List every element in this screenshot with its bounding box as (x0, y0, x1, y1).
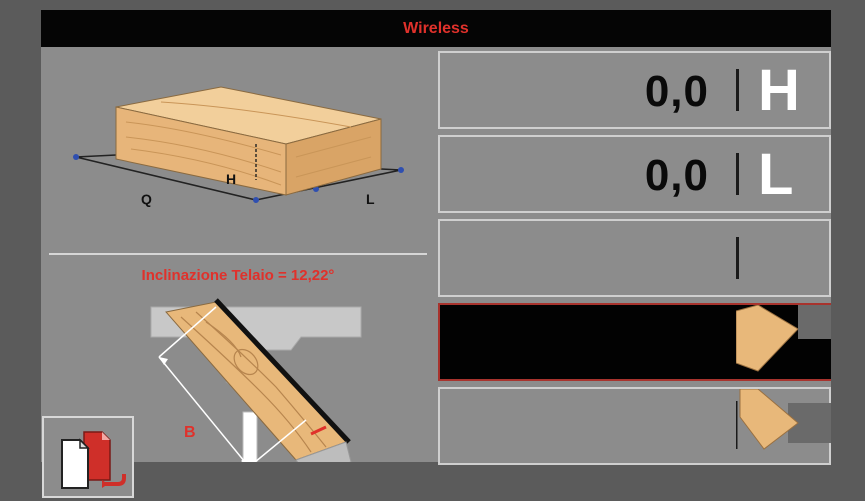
label-q: Q (141, 191, 152, 207)
row-separator (736, 153, 739, 195)
measure-row-selected[interactable] (438, 303, 831, 381)
letter-h: H (758, 58, 800, 123)
wood-corner-profile-icon (736, 389, 831, 450)
measure-row-profile[interactable] (438, 387, 831, 465)
copy-return-button[interactable] (42, 416, 134, 498)
row-separator (736, 69, 739, 111)
title-label: Wireless (403, 19, 469, 37)
value-h: 0,0 (644, 67, 709, 116)
label-l: L (366, 191, 375, 207)
title-bar: Wireless (41, 10, 831, 47)
copy-documents-return-icon (61, 431, 126, 489)
label-b: B (184, 424, 196, 441)
measure-row-empty[interactable] (438, 219, 831, 297)
main-panel: Wireless H Q L Inclinazione Telaio = 12,… (41, 10, 831, 498)
wood-block-diagram: H Q L (73, 86, 404, 207)
measure-row-l[interactable]: 0,0 L (438, 135, 831, 213)
label-h: H (226, 171, 236, 187)
measure-row-h[interactable]: 0,0 H (438, 51, 831, 129)
letter-l: L (758, 142, 794, 207)
value-l: 0,0 (644, 151, 709, 200)
row-separator (736, 237, 739, 279)
diagram-area: H Q L Inclinazione Telaio = 12,22° B (41, 47, 435, 498)
wood-corner-profile-icon (736, 305, 831, 379)
section-divider (49, 253, 427, 255)
